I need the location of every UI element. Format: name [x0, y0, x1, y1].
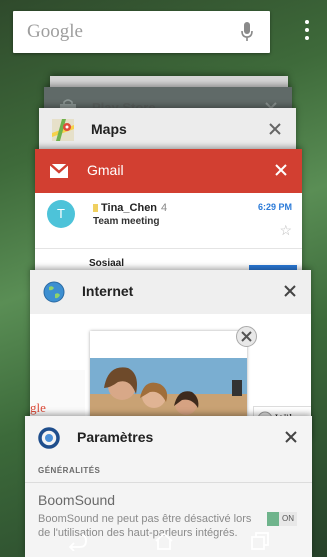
label-tag-icon: [93, 204, 98, 212]
email-count: 4: [161, 202, 168, 214]
boomsound-toggle[interactable]: ON: [267, 512, 297, 526]
toggle-label: ON: [279, 512, 297, 526]
card-title: Internet: [82, 283, 134, 299]
home-icon[interactable]: [152, 531, 176, 551]
overflow-menu-icon[interactable]: [301, 20, 313, 44]
close-tab-icon[interactable]: [236, 326, 257, 347]
card-title: Paramètres: [77, 429, 154, 445]
settings-gear-icon: [38, 427, 60, 449]
avatar: T: [47, 200, 75, 228]
setting-title: BoomSound: [38, 492, 116, 508]
email-subject: Team meeting: [93, 216, 160, 227]
email-sender: Sosiaal: [89, 258, 125, 269]
google-logo-fragment: gle: [30, 400, 46, 415]
mic-icon[interactable]: [240, 21, 254, 43]
recent-card-gmail[interactable]: Gmail T Tina_Chen 4 Team meeting 6:29 PM …: [35, 149, 302, 279]
close-icon[interactable]: [266, 120, 284, 138]
close-icon[interactable]: [281, 282, 299, 300]
email-list-item[interactable]: T Tina_Chen 4 Team meeting 6:29 PM ☆: [35, 193, 302, 248]
divider: [25, 482, 312, 483]
card-title: Gmail: [87, 162, 124, 178]
google-logo: Google: [27, 21, 83, 42]
toggle-knob: [267, 512, 279, 526]
section-header: GÉNÉRALITÉS: [38, 466, 101, 475]
email-time: 6:29 PM: [257, 202, 292, 212]
recents-icon[interactable]: [248, 531, 272, 551]
close-icon[interactable]: [272, 161, 290, 179]
maps-icon: [52, 119, 74, 141]
gmail-icon: [49, 163, 69, 178]
card-title: Maps: [91, 121, 127, 137]
google-search-bar[interactable]: Google: [13, 11, 270, 53]
navigation-bar: [0, 525, 327, 557]
recent-card-internet[interactable]: Internet gle Wik: [30, 270, 311, 440]
close-icon[interactable]: [282, 428, 300, 446]
email-sender: Tina_Chen 4: [93, 202, 167, 214]
globe-icon: [43, 281, 65, 303]
star-icon[interactable]: ☆: [279, 222, 292, 239]
back-icon[interactable]: [64, 531, 88, 551]
